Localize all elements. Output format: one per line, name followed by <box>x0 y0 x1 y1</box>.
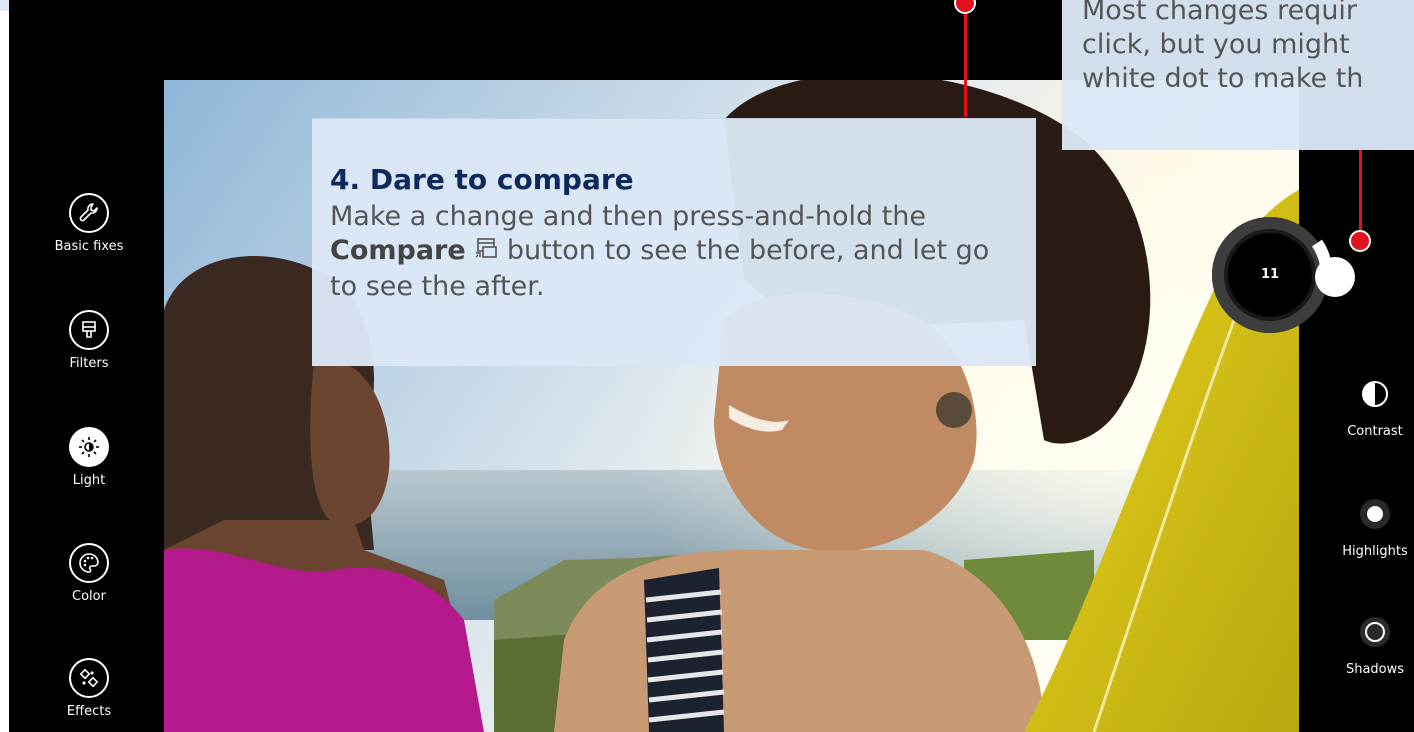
tip-callout-compare: 4. Dare to compare Make a change and the… <box>312 118 1036 366</box>
sidebar-item-label: Effects <box>66 704 112 719</box>
effects-icon <box>69 658 109 698</box>
contrast-icon <box>1355 374 1395 414</box>
callout-heading: 4. Dare to compare <box>330 163 634 196</box>
highlights-icon <box>1355 494 1395 534</box>
compare-icon <box>474 236 498 270</box>
callout-pointer-line <box>1359 150 1362 238</box>
sidebar-item-label: Basic fixes <box>54 239 124 254</box>
callout-pointer-line <box>964 5 967 117</box>
callout-body-text: Make a change and then press-and-hold th… <box>330 201 927 232</box>
sidebar-item-label: Color <box>72 589 106 604</box>
adjustment-dial[interactable]: 11 <box>1205 205 1355 345</box>
callout-line: Most changes requir <box>1082 0 1358 26</box>
adjustment-label: Shadows <box>1345 662 1405 677</box>
callout-line: click, but you might <box>1082 29 1350 60</box>
adjustment-shadows[interactable]: Shadows <box>1330 612 1414 677</box>
adjustment-highlights[interactable]: Highlights <box>1330 494 1414 559</box>
sidebar-item-effects[interactable]: Effects <box>34 658 144 719</box>
tip-callout-top-right: Most changes requir click, but you might… <box>1062 0 1414 150</box>
tutorial-stage: Basic fixes Filters Light Color Effects <box>0 0 1414 732</box>
callout-pointer-dot <box>1349 230 1371 252</box>
palette-icon <box>69 543 109 583</box>
compare-button-name: Compare <box>330 235 466 266</box>
adjustment-label: Contrast <box>1347 424 1403 439</box>
dial-handle[interactable] <box>1315 257 1355 297</box>
adjustment-label: Highlights <box>1342 544 1408 559</box>
sidebar-item-color[interactable]: Color <box>34 543 144 604</box>
adjustment-contrast[interactable]: Contrast <box>1330 374 1414 439</box>
shadows-icon <box>1355 612 1395 652</box>
dial-value: 11 <box>1260 267 1280 282</box>
sidebar-item-basic-fixes[interactable]: Basic fixes <box>34 193 144 254</box>
callout-line: white dot to make th <box>1082 63 1364 94</box>
sun-icon <box>69 427 109 467</box>
brush-icon <box>69 310 109 350</box>
wrench-icon <box>69 193 109 233</box>
callout-body: Make a change and then press-and-hold th… <box>330 200 1016 304</box>
sidebar-item-label: Filters <box>69 356 109 371</box>
sidebar-item-filters[interactable]: Filters <box>34 310 144 371</box>
sidebar-item-light[interactable]: Light <box>34 427 144 488</box>
sidebar-item-label: Light <box>72 473 106 488</box>
